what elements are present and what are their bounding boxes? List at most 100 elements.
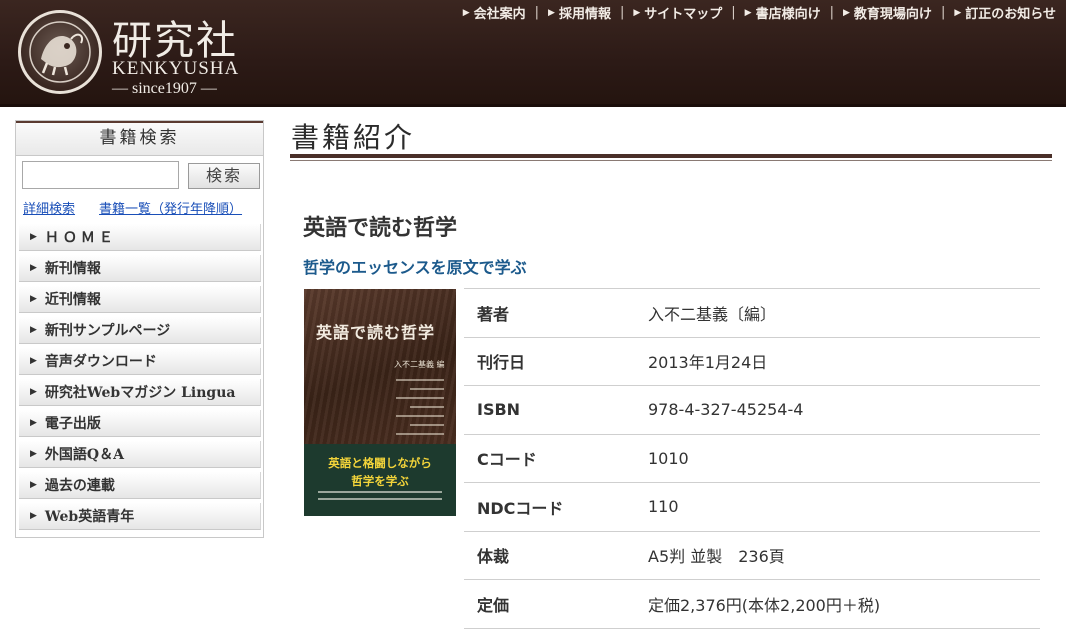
sidebar-item-label: 音声ダウンロード — [44, 354, 157, 370]
sidebar-item-audio-download[interactable]: ▶ 音声ダウンロード — [19, 348, 261, 375]
detail-value: 110 — [648, 482, 1040, 532]
advanced-search-link[interactable]: 詳細検索 — [23, 202, 75, 217]
nav-corrections[interactable]: ▶ 訂正のお知らせ — [954, 3, 1056, 22]
triangle-right-icon: ▶ — [462, 7, 470, 18]
sidebar-item-label: ＨＯＭＥ — [44, 230, 117, 246]
detail-key: 定価 — [464, 579, 648, 629]
detail-key: 著者 — [464, 288, 648, 338]
search-button[interactable]: 検索 — [188, 163, 260, 189]
book-title: 英語で読む哲学 — [303, 216, 458, 241]
triangle-right-icon: ▶ — [30, 449, 37, 459]
triangle-right-icon: ▶ — [30, 418, 37, 428]
logo-roman: KENKYUSHA — [112, 58, 240, 79]
nav-separator: | — [829, 5, 834, 20]
sidebar-item-lingua[interactable]: ▶ 研究社Webマガジン Lingua — [19, 379, 261, 406]
sidebar: 書籍検索 検索 詳細検索 書籍一覧（発行年降順） ▶ ＨＯＭＥ ▶ 新刊情報 ▶ 近刊情… — [15, 120, 264, 538]
title-divider — [290, 154, 1052, 158]
detail-key: ISBN — [464, 385, 648, 435]
cover-band-line1: 英語と格闘しながら — [328, 456, 432, 470]
sidebar-item-past-series[interactable]: ▶ 過去の連載 — [19, 472, 261, 499]
nav-label: 教育現場向け — [853, 7, 932, 22]
nav-label: 訂正のお知らせ — [965, 7, 1056, 22]
cover-band-line2: 哲学を学ぶ — [351, 474, 409, 488]
sidebar-item-label: 研究社Webマガジン Lingua — [44, 385, 236, 401]
triangle-right-icon: ▶ — [30, 232, 37, 242]
sidebar-item-label: 過去の連載 — [44, 478, 115, 494]
nav-bookstores[interactable]: ▶ 書店様向け — [745, 3, 821, 22]
detail-value: 1010 — [648, 434, 1040, 483]
detail-value: A5判 並製 236頁 — [648, 531, 1040, 580]
sidebar-title: 書籍検索 — [16, 121, 263, 156]
sidebar-item-label: Web英語青年 — [44, 509, 135, 525]
sidebar-item-label: 電子出版 — [44, 416, 101, 432]
nav-separator: | — [534, 5, 540, 20]
sidebar-menu: ▶ ＨＯＭＥ ▶ 新刊情報 ▶ 近刊情報 ▶ 新刊サンプルページ ▶ 音声ダウンロード ▶… — [19, 224, 261, 534]
logo-since: — since1907 — — [112, 80, 217, 97]
sidebar-item-language-qa[interactable]: ▶ 外国語Q＆A — [19, 441, 261, 468]
search-input[interactable] — [22, 161, 179, 189]
sidebar-item-label: 外国語Q＆A — [44, 447, 124, 463]
sidebar-item-upcoming[interactable]: ▶ 近刊情報 — [19, 286, 261, 313]
lion-emblem-icon — [29, 21, 91, 83]
nav-separator: | — [940, 5, 946, 20]
table-row: Cコード 1010 — [464, 434, 1040, 483]
detail-value: 2013年1月24日 — [648, 337, 1040, 386]
triangle-right-icon: ▶ — [954, 7, 962, 18]
detail-value: 入不二基義〔編〕 — [648, 288, 1040, 338]
nav-company[interactable]: ▶ 会社案内 — [463, 3, 526, 22]
detail-key: NDCコード — [464, 482, 648, 532]
book-cover-image: 英語で読む哲学 入不二基義 編 英語と格闘しながら 哲学を学ぶ — [304, 289, 456, 516]
triangle-right-icon: ▶ — [843, 7, 850, 18]
triangle-right-icon: ▶ — [633, 7, 641, 18]
site-header: 研究社 KENKYUSHA — since1907 — ▶ 会社案内 | ▶ 採用情… — [0, 0, 1066, 107]
book-list-link[interactable]: 書籍一覧（発行年降順） — [99, 202, 242, 217]
table-row: NDCコード 110 — [464, 482, 1040, 532]
nav-recruit[interactable]: ▶ 採用情報 — [548, 3, 611, 22]
detail-key: 刊行日 — [464, 337, 648, 386]
nav-separator: | — [619, 5, 625, 20]
nav-label: 採用情報 — [558, 7, 611, 22]
sidebar-item-sample-pages[interactable]: ▶ 新刊サンプルページ — [19, 317, 261, 344]
detail-key: Cコード — [464, 434, 648, 483]
search-links: 詳細検索 書籍一覧（発行年降順） — [23, 198, 242, 217]
sidebar-item-new-releases[interactable]: ▶ 新刊情報 — [19, 255, 261, 282]
triangle-right-icon: ▶ — [30, 294, 37, 304]
sidebar-item-web-eigo-seinen[interactable]: ▶ Web英語青年 — [19, 503, 261, 530]
triangle-right-icon: ▶ — [744, 7, 752, 18]
book-subtitle: 哲学のエッセンスを原文で学ぶ — [303, 258, 527, 277]
table-row: 著者 入不二基義〔編〕 — [464, 288, 1040, 338]
table-row: 刊行日 2013年1月24日 — [464, 337, 1040, 386]
nav-education[interactable]: ▶ 教育現場向け — [843, 3, 932, 22]
table-row: 体裁 A5判 並製 236頁 — [464, 531, 1040, 580]
triangle-right-icon: ▶ — [30, 325, 37, 335]
nav-label: 会社案内 — [473, 7, 526, 22]
book-details-table: 著者 入不二基義〔編〕 刊行日 2013年1月24日 ISBN 978-4-327-4… — [464, 288, 1040, 629]
sidebar-item-label: 新刊情報 — [44, 261, 101, 277]
detail-value: 978-4-327-45254-4 — [648, 385, 1040, 435]
detail-key: 体裁 — [464, 531, 648, 580]
triangle-right-icon: ▶ — [30, 480, 37, 490]
sidebar-item-ebooks[interactable]: ▶ 電子出版 — [19, 410, 261, 437]
logo-seal-icon[interactable] — [18, 10, 102, 94]
nav-label: 書店様向け — [755, 7, 821, 22]
table-row: ISBN 978-4-327-45254-4 — [464, 385, 1040, 435]
triangle-right-icon: ▶ — [30, 387, 37, 397]
sidebar-item-home[interactable]: ▶ ＨＯＭＥ — [19, 224, 261, 251]
table-row: 定価 定価2,376円(本体2,200円＋税) — [464, 579, 1040, 629]
cover-title: 英語で読む哲学 — [316, 323, 436, 342]
detail-value: 定価2,376円(本体2,200円＋税) — [648, 579, 1040, 629]
sidebar-item-label: 新刊サンプルページ — [44, 323, 171, 339]
cover-contributors — [396, 379, 444, 442]
triangle-right-icon: ▶ — [30, 263, 37, 273]
triangle-right-icon: ▶ — [30, 356, 37, 366]
triangle-right-icon: ▶ — [548, 7, 555, 18]
nav-label: サイトマップ — [644, 7, 723, 22]
triangle-right-icon: ▶ — [30, 511, 37, 521]
sidebar-item-label: 近刊情報 — [44, 292, 101, 308]
cover-band-text — [318, 491, 442, 505]
page-title: 書籍紹介 — [291, 121, 416, 154]
top-navigation: ▶ 会社案内 | ▶ 採用情報 | ▶ サイトマップ | ▶ 書店様向け | ▶ 教育現場… — [463, 3, 1056, 22]
nav-sitemap[interactable]: ▶ サイトマップ — [633, 3, 722, 22]
cover-editor: 入不二基義 編 — [394, 360, 445, 369]
title-divider-thin — [290, 160, 1052, 161]
